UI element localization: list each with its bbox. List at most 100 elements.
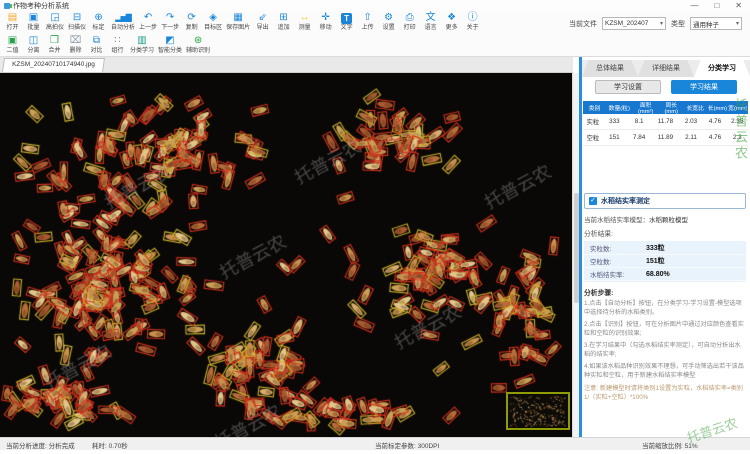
results-panel: 总体结果 详细结果 分类学习 学习设置 学习结果 类别 数量(粒) 面积(mm²) 周… bbox=[579, 57, 750, 437]
binary-button[interactable]: ▣ 二值 bbox=[2, 35, 23, 55]
status-time: 耗时: 0.70秒 bbox=[92, 443, 128, 450]
current-file-label: 当前文件 bbox=[569, 20, 597, 28]
analysis-steps-title: 分析步骤: bbox=[584, 290, 614, 297]
more-icon: ❖ bbox=[447, 12, 457, 23]
canvas-vertical-scrollbar[interactable] bbox=[572, 73, 579, 437]
tab-overall-result[interactable]: 总体结果 bbox=[582, 60, 638, 77]
current-file-select[interactable]: KZSM_202407 ▾ bbox=[602, 17, 666, 30]
learning-buttons: 学习设置 学习结果 bbox=[582, 80, 750, 94]
move-button[interactable]: ✛ 移动 bbox=[315, 12, 336, 32]
table-header-cell: 面积(mm²) bbox=[637, 103, 654, 115]
table-row[interactable]: 实粒 333 8.1 11.78 2.03 4.76 2.35 bbox=[583, 114, 748, 130]
status-bar: 当前分析进度: 分析完成 耗时: 0.70秒 当前标定参数: 300DPI 当前… bbox=[0, 437, 750, 450]
auto-analyze-icon: ▂▅▇ bbox=[115, 13, 132, 22]
minimap[interactable] bbox=[506, 392, 570, 430]
toolbar-row-2: ▣ 二值 ◫ 分离 ❐ 合并 ⌧ 删除 ⧉ 对比 ∷ 组行 ▥ 分类学习 ◩ 智… bbox=[2, 35, 212, 55]
table-header-cell: 长(mm) bbox=[707, 106, 728, 112]
rice-rate-checkbox[interactable]: ✓ 水稻结实率测定 bbox=[584, 193, 746, 209]
delete-icon: ⌧ bbox=[69, 35, 82, 46]
text-button[interactable]: T 文字 bbox=[336, 12, 357, 32]
image-file-tab[interactable]: KZSM_20240710174940.jpg bbox=[2, 58, 105, 72]
print-button[interactable]: ⎙ 打印 bbox=[399, 12, 420, 32]
delete-button[interactable]: ⌧ 删除 bbox=[65, 35, 86, 55]
smart-classify-button[interactable]: ◩ 智能分类 bbox=[156, 35, 184, 55]
language-button[interactable]: 文 语言 bbox=[420, 12, 441, 32]
table-cell: 空粒 bbox=[586, 135, 600, 142]
status-zoom: 当前缩放比例: 51% bbox=[642, 443, 698, 450]
group-button[interactable]: ∷ 组行 bbox=[107, 35, 128, 55]
tab-detail-result[interactable]: 详细结果 bbox=[638, 60, 694, 77]
export-button[interactable]: ⇙ 导出 bbox=[252, 12, 273, 32]
calibrate-icon: ⊕ bbox=[94, 12, 103, 23]
table-row[interactable]: 空粒 151 7.84 11.89 2.11 4.76 2.3 bbox=[583, 130, 748, 146]
group-icon: ∷ bbox=[114, 35, 121, 46]
result-tabs: 总体结果 详细结果 分类学习 bbox=[582, 60, 750, 77]
toolbar-row-1: ▤ 打开 ▣ 批量 ◲ 高拍仪 ⊟ 扫描仪 ⊕ 标定 ▂▅▇ 自动分析 ↶ 上一… bbox=[2, 12, 483, 32]
measure-button[interactable]: ↔ 测量 bbox=[294, 12, 315, 32]
seed-type-select[interactable]: 通用种子 ▾ bbox=[690, 17, 742, 30]
compare-icon: ⧉ bbox=[92, 35, 101, 46]
title-bar: 作物考种分析系统 — □ ✕ bbox=[0, 0, 750, 11]
settings-button[interactable]: ⚙ 设置 bbox=[378, 12, 399, 32]
smart-classify-icon: ◩ bbox=[165, 35, 175, 46]
rice-rate-checkbox-label: 水稻结实率测定 bbox=[601, 198, 650, 205]
tab-classify-learning[interactable]: 分类学习 bbox=[694, 60, 750, 77]
step-text: 2.点击【识别】按钮，可在分析图片中通过对应颜色查看实粒和空粒的识别效果; bbox=[584, 320, 744, 337]
step-text: 4.如果该水稻品种识别效果不理想，可手动筛选出若干该品种实粒和空粒，用于新建水稻… bbox=[584, 362, 744, 379]
classify-learning-icon: ▥ bbox=[137, 35, 147, 46]
table-cell: 4.76 bbox=[708, 134, 722, 141]
open-button[interactable]: ▤ 打开 bbox=[2, 12, 23, 32]
step-text: 3.在学习结果中（勾选水稻结实率测定），可自动分析出水稻的结实率; bbox=[584, 341, 741, 358]
table-body: 实粒 333 8.1 11.78 2.03 4.76 2.35 空粒 151 7.84 11.89 2… bbox=[583, 114, 748, 146]
result-row: 空粒数: 151粒 bbox=[584, 255, 746, 268]
about-icon: ⓘ bbox=[467, 12, 478, 23]
prev-step-icon: ↶ bbox=[143, 12, 153, 23]
doc-camera-icon: ◲ bbox=[50, 12, 60, 23]
minimize-button[interactable]: — bbox=[690, 0, 698, 11]
class-stats-table: 类别 数量(粒) 面积(mm²) 周长(mm) 长宽比 长(mm) 宽(mm) 实粒 333 8… bbox=[583, 101, 748, 146]
scanner-button[interactable]: ⊟ 扫描仪 bbox=[66, 12, 88, 32]
file-controls: 当前文件 KZSM_202407 ▾ 类型 通用种子 ▾ bbox=[569, 17, 742, 30]
settings-icon: ⚙ bbox=[384, 12, 394, 23]
binary-icon: ▣ bbox=[7, 35, 18, 46]
batch-button[interactable]: ▣ 批量 bbox=[23, 12, 44, 32]
learning-result-button[interactable]: 学习结果 bbox=[671, 80, 737, 94]
table-cell: 实粒 bbox=[586, 119, 600, 126]
append-button[interactable]: ⊞ 追加 bbox=[273, 12, 294, 32]
result-row: 水稻结实率: 68.80% bbox=[584, 268, 746, 281]
image-tab-bar: KZSM_20240710174940.jpg bbox=[0, 57, 573, 73]
table-header-cell: 数量(粒) bbox=[608, 106, 630, 112]
compare-button[interactable]: ⧉ 对比 bbox=[86, 35, 107, 55]
panel-accent-divider bbox=[579, 57, 582, 437]
assist-recognize-button[interactable]: ⊛ 辅助识别 bbox=[184, 35, 212, 55]
type-label: 类型 bbox=[671, 20, 685, 28]
app-window: 作物考种分析系统 — □ ✕ ▤ 打开 ▣ 批量 ◲ 高拍仪 ⊟ 扫描仪 ⊕ 标… bbox=[0, 0, 750, 454]
close-button[interactable]: ✕ bbox=[735, 0, 742, 11]
status-progress: 当前分析进度: 分析完成 bbox=[6, 443, 75, 450]
result-row: 实粒数: 333粒 bbox=[584, 242, 746, 255]
table-cell: 2.11 bbox=[685, 134, 697, 141]
move-icon: ✛ bbox=[321, 12, 330, 23]
save-image-button[interactable]: ▦ 保存图片 bbox=[224, 12, 252, 32]
upload-button[interactable]: ⇧ 上传 bbox=[357, 12, 378, 32]
separate-button[interactable]: ◫ 分离 bbox=[23, 35, 44, 55]
prev-step-button[interactable]: ↶ 上一步 bbox=[137, 12, 159, 32]
language-icon: 文 bbox=[425, 12, 436, 23]
target-area-button[interactable]: ◈ 目标区 bbox=[202, 12, 224, 32]
copy-button[interactable]: ⟳ 复制 bbox=[181, 12, 202, 32]
checkbox-checked-icon: ✓ bbox=[589, 197, 597, 205]
table-cell: 11.78 bbox=[657, 118, 674, 125]
print-icon: ⎙ bbox=[405, 12, 414, 23]
auto-analyze-button[interactable]: ▂▅▇ 自动分析 bbox=[109, 12, 137, 32]
doc-camera-button[interactable]: ◲ 高拍仪 bbox=[44, 12, 66, 32]
more-button[interactable]: ❖ 更多 bbox=[441, 12, 462, 32]
about-button[interactable]: ⓘ 关于 bbox=[462, 12, 483, 32]
classify-learning-button[interactable]: ▥ 分类学习 bbox=[128, 35, 156, 55]
next-step-button[interactable]: ↷ 下一步 bbox=[159, 12, 181, 32]
merge-button[interactable]: ❐ 合并 bbox=[44, 35, 65, 55]
seed-image-canvas[interactable] bbox=[0, 73, 572, 437]
append-icon: ⊞ bbox=[279, 12, 288, 23]
learning-settings-button[interactable]: 学习设置 bbox=[595, 80, 661, 94]
maximize-button[interactable]: □ bbox=[714, 0, 719, 11]
calibrate-button[interactable]: ⊕ 标定 bbox=[88, 12, 109, 32]
